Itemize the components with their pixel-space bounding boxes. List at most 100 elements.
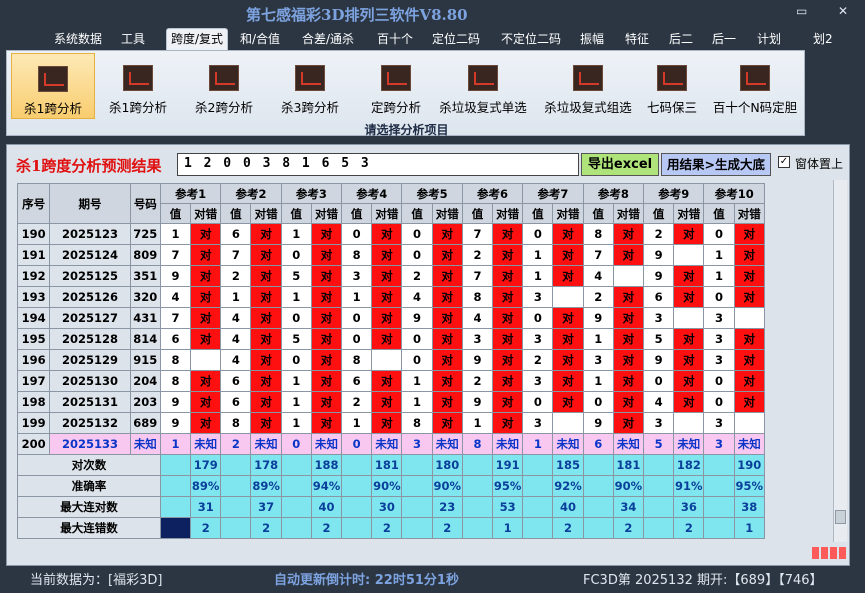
row-result: 对 [733,328,766,350]
row-period: 2025132 [49,412,131,434]
row-seq: 195 [16,328,51,350]
row-result: 对 [250,244,282,266]
header-val: 值 [220,203,252,224]
row-val: 3 [703,328,735,350]
menu-item-5[interactable]: 百十个 [377,30,413,47]
row-val: 5 [280,328,312,350]
header-val: 值 [341,203,373,224]
row-val: 9 [582,412,614,434]
restore-icon[interactable]: ▭ [796,4,807,18]
ribbon-button-5[interactable]: 杀垃圾复式单选 [431,53,535,119]
menu-item-2[interactable]: 跨度/复式 [166,28,229,50]
prediction-val: 3 [401,433,433,455]
header-ref-7: 参考7 [522,183,584,204]
table-row[interactable]: 197 2025130 204 8 对 6 对 1 对 6 对 1 对 2 对 3 对 1 对 0 对 0 对 [16,370,766,392]
table-row[interactable]: 194 2025127 431 7 对 4 对 0 对 0 对 9 对 4 对 0 对 9 对 3 3 [16,307,766,329]
stats-spacer [280,475,312,497]
row-result: 对 [250,391,282,413]
stats-value: 2 [190,517,222,539]
stats-spacer [643,517,675,539]
row-result: 对 [250,307,282,329]
row-result: 对 [552,370,584,392]
close-icon[interactable]: ✕ [838,4,848,18]
menu-item-4[interactable]: 合差/通杀 [302,30,354,47]
table-row[interactable]: 196 2025129 915 8 4 对 0 对 8 0 对 9 对 2 对 3 对 9 对 3 对 [16,349,766,371]
table-row[interactable]: 199 2025132 689 9 对 8 对 1 对 1 对 8 对 1 对 3 9 对 3 3 [16,412,766,434]
prediction-result: 未知 [190,433,222,455]
row-val: 0 [401,223,433,245]
ribbon-button-3[interactable]: 杀3跨分析 [269,53,351,119]
row-result: 对 [431,265,463,287]
row-val: 3 [703,349,735,371]
ribbon-button-1[interactable]: 杀1跨分析 [97,53,179,119]
stats-spacer [280,496,312,518]
result-field[interactable]: 1 2 0 0 3 8 1 6 5 3 [177,153,579,176]
ribbon-button-0[interactable]: 杀1跨分析 [11,53,95,119]
ribbon-button-6[interactable]: 杀垃圾复式组选 [537,53,639,119]
stats-value: 178 [250,454,282,476]
row-val: 0 [703,286,735,308]
row-result: 对 [371,244,403,266]
table-row[interactable]: 191 2025124 809 7 对 7 对 0 对 8 对 0 对 2 对 1 对 7 对 9 1 对 [16,244,766,266]
menu-item-7[interactable]: 不定位二码 [501,30,561,47]
row-val: 7 [159,307,192,329]
row-val: 0 [522,223,554,245]
ribbon-button-label: 杀1跨分析 [109,100,167,115]
menu-item-1[interactable]: 工具 [121,30,145,47]
stats-value: 92% [552,475,584,497]
menu-item-9[interactable]: 特征 [625,30,649,47]
prediction-result: 未知 [733,433,766,455]
stats-value: 91% [673,475,705,497]
pin-checkbox[interactable]: ✓ [778,156,790,168]
ribbon-button-label: 杀垃圾复式单选 [439,100,527,115]
row-result: 对 [431,307,463,329]
prediction-val: 0 [280,433,312,455]
row-period: 2025130 [49,370,131,392]
table-row[interactable]: 190 2025123 725 1 对 6 对 1 对 0 对 0 对 7 对 0 对 8 对 2 对 0 对 [16,223,766,245]
table-row[interactable]: 198 2025131 203 9 对 6 对 1 对 2 对 1 对 9 对 0 对 0 对 4 对 0 对 [16,391,766,413]
row-val: 3 [703,307,735,329]
stats-value: 31 [190,496,222,518]
ribbon-button-4[interactable]: 定跨分析 [355,53,437,119]
menu-item-11[interactable]: 后一 [712,30,736,47]
menu-item-3[interactable]: 和/合值 [240,30,280,47]
generate-base-button[interactable]: 用结果>生成大底 [661,153,771,176]
menu-item-0[interactable]: 系统数据 [54,30,102,47]
header-val: 值 [703,203,735,224]
header-val: 值 [461,203,494,224]
table-row[interactable]: 193 2025126 320 4 对 1 对 1 对 1 对 4 对 8 对 3 2 对 6 对 0 对 [16,286,766,308]
prediction-row[interactable]: 200 2025133 未知 1 未知 2 未知 0 未知 0 未知 3 未知 8 未知 1 未知 6 未知 5 未知 3… [16,433,766,455]
stats-value: 185 [552,454,584,476]
stats-value: 95% [733,475,766,497]
menu-item-13[interactable]: 划2 [813,30,833,47]
menu-item-12[interactable]: 计划 [757,30,781,47]
header-val: 值 [280,203,312,224]
table-row[interactable]: 192 2025125 351 9 对 2 对 5 对 3 对 2 对 7 对 1 对 4 9 对 1 对 [16,265,766,287]
row-val: 3 [461,328,494,350]
export-excel-button[interactable]: 导出excel [581,153,659,176]
stats-label: 对次数 [17,454,161,476]
stats-value: 1 [492,517,524,539]
row-result: 对 [431,370,463,392]
header-dc: 对错 [371,203,403,224]
row-val: 5 [280,265,312,287]
ribbon-button-7[interactable]: 七码保三 [639,53,705,119]
ribbon-button-8[interactable]: 百十个N码定胆 [707,53,803,119]
menu-item-8[interactable]: 振幅 [580,30,604,47]
vertical-scrollbar[interactable] [833,180,847,542]
prediction-val: 8 [461,433,494,455]
menu-item-6[interactable]: 定位二码 [432,30,480,47]
row-period: 2025129 [49,349,131,371]
header-ref-10: 参考10 [703,183,765,204]
scroll-thumb[interactable] [835,510,846,524]
stats-spacer [461,454,494,476]
header-seq: 序号 [16,183,51,224]
prediction-result: 未知 [371,433,403,455]
row-result [371,349,403,371]
ribbon-button-2[interactable]: 杀2跨分析 [183,53,265,119]
row-val: 0 [280,307,312,329]
stats-value: 179 [190,454,222,476]
menu-item-10[interactable]: 后二 [669,30,693,47]
table-row[interactable]: 195 2025128 814 6 对 4 对 5 对 0 对 0 对 3 对 3 对 1 对 5 对 3 对 [16,328,766,350]
stats-spacer [220,496,252,518]
